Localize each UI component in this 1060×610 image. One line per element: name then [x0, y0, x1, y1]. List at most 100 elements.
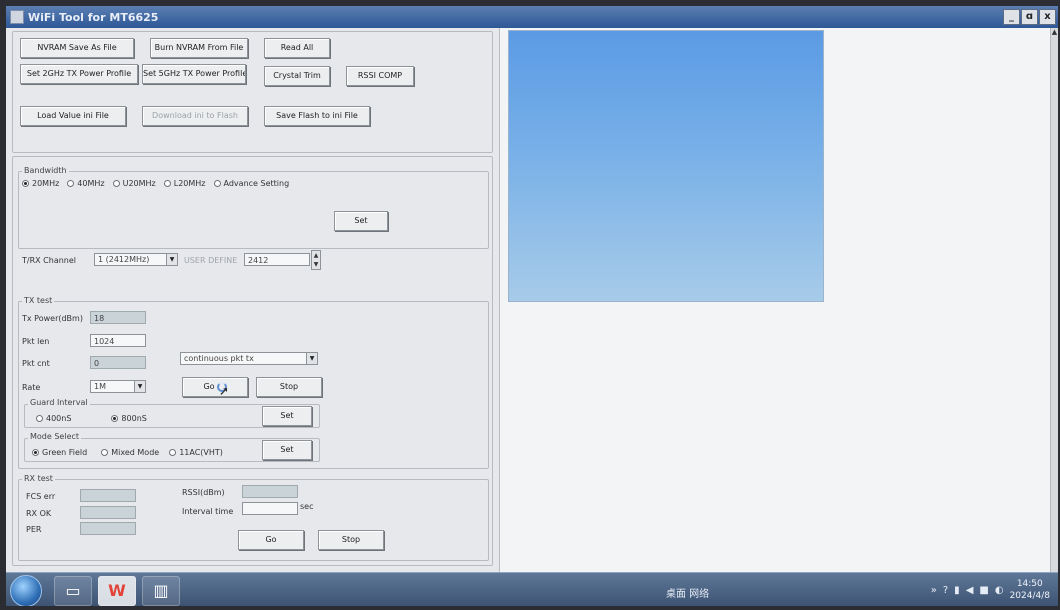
mode-option-mixed-mode[interactable]: Mixed Mode	[101, 448, 159, 457]
rssi-comp-button[interactable]: RSSI COMP	[346, 66, 414, 86]
preview-panel	[500, 28, 1052, 572]
tx-go-button[interactable]: Go	[182, 377, 248, 397]
show-hidden-icons-icon[interactable]: »	[931, 585, 937, 596]
bandwidth-option-l20mhz[interactable]: L20MHz	[163, 179, 206, 188]
bandwidth-option-u20mhz[interactable]: U20MHz	[112, 179, 156, 188]
radio-icon	[101, 449, 109, 456]
burn-nvram-button[interactable]: Burn NVRAM From File	[150, 38, 248, 58]
bandwidth-option-advance[interactable]: Advance Setting	[213, 179, 289, 188]
clock-date: 2024/4/8	[1009, 591, 1050, 601]
close-button[interactable]: x	[1039, 9, 1056, 25]
signal-preview-area	[508, 30, 824, 302]
mode-option-11ac[interactable]: 11AC(VHT)	[169, 448, 223, 457]
file-explorer-icon[interactable]: ▭	[54, 576, 92, 606]
save-flash-button[interactable]: Save Flash to ini File	[264, 106, 370, 126]
crystal-trim-button[interactable]: Crystal Trim	[264, 66, 330, 86]
bandwidth-set-button[interactable]: Set	[334, 211, 388, 231]
tx-stop-button[interactable]: Stop	[256, 377, 322, 397]
mode-select-set-button[interactable]: Set	[262, 440, 312, 460]
read-all-button[interactable]: Read All	[264, 38, 330, 58]
window-controls: _ ɑ x	[1003, 9, 1056, 25]
volume-icon[interactable]: ◀	[966, 585, 974, 596]
channel-select[interactable]: 1 (2412MHz) ▼	[94, 253, 178, 266]
pkt-cnt-label: Pkt cnt	[22, 359, 50, 368]
wifi-tool-taskbar-icon[interactable]: ▥	[142, 576, 180, 606]
per-label: PER	[26, 525, 42, 534]
tx-power-label: Tx Power(dBm)	[22, 314, 83, 323]
set-2ghz-tx-power-button[interactable]: Set 2GHz TX Power Profile	[20, 64, 138, 84]
user-define-label: USER DEFINE	[184, 256, 238, 265]
user-define-spinner[interactable]: ▲ ▼	[311, 250, 321, 270]
tx-power-input[interactable]: 18	[90, 311, 146, 324]
screen: WiFi Tool for MT6625 _ ɑ x NVRAM Save As…	[6, 6, 1058, 606]
chevron-down-icon: ▼	[166, 254, 177, 265]
load-ini-button[interactable]: Load Value ini File	[20, 106, 126, 126]
rx-test-title: RX test	[22, 474, 55, 483]
radio-icon	[169, 449, 177, 456]
tx-test-title: TX test	[22, 296, 55, 305]
rate-select[interactable]: 1M ▼	[90, 380, 146, 393]
rx-ok-value	[80, 506, 136, 519]
rssi-value	[242, 485, 298, 498]
interval-time-input[interactable]	[242, 502, 298, 515]
per-value	[80, 522, 136, 535]
pkt-cnt-input[interactable]: 0	[90, 356, 146, 369]
radio-checked-icon	[22, 180, 29, 187]
vertical-scrollbar[interactable]: ▲	[1050, 28, 1058, 572]
bandwidth-option-20mhz[interactable]: 20MHz	[22, 179, 59, 188]
client-area: NVRAM Save As File Burn NVRAM From File …	[6, 28, 1058, 572]
set-5ghz-tx-power-button[interactable]: Set 5GHz TX Power Profile	[142, 64, 246, 84]
rx-ok-label: RX OK	[26, 509, 52, 518]
radio-checked-icon	[111, 415, 119, 422]
user-define-input[interactable]: 2412	[244, 253, 310, 266]
network-icon[interactable]: ▮	[954, 585, 960, 596]
clock[interactable]: 14:50 2024/4/8	[1010, 578, 1050, 602]
title-bar: WiFi Tool for MT6625 _ ɑ x	[6, 6, 1058, 28]
fcs-err-label: FCS err	[26, 492, 56, 501]
maximize-button[interactable]: ɑ	[1021, 9, 1038, 25]
guard-option-400ns[interactable]: 400nS	[36, 414, 71, 423]
app-icon	[10, 10, 24, 24]
chevron-down-icon: ▼	[134, 381, 145, 392]
pkt-len-input[interactable]: 1024	[90, 334, 146, 347]
rate-label: Rate	[22, 383, 41, 392]
guard-interval-options: 400nS 800nS	[36, 414, 155, 423]
rx-stop-button[interactable]: Stop	[318, 530, 384, 550]
wps-office-icon[interactable]: W	[98, 576, 136, 606]
tx-mode-select[interactable]: continuous pkt tx ▼	[180, 352, 318, 365]
window-title: WiFi Tool for MT6625	[28, 10, 159, 24]
mode-select-options: Green Field Mixed Mode 11AC(VHT)	[32, 448, 231, 457]
action-center-icon[interactable]: ◐	[995, 585, 1004, 596]
control-panel: NVRAM Save As File Burn NVRAM From File …	[6, 28, 500, 572]
scroll-up-icon[interactable]: ▲	[1051, 28, 1058, 36]
help-icon[interactable]: ?	[943, 585, 948, 596]
mode-option-green-field[interactable]: Green Field	[32, 448, 87, 457]
bandwidth-title: Bandwidth	[22, 166, 69, 175]
pkt-len-label: Pkt len	[22, 337, 50, 346]
radio-checked-icon	[32, 449, 39, 456]
radio-icon	[112, 180, 120, 187]
minimize-button[interactable]: _	[1003, 9, 1020, 25]
guard-option-800ns[interactable]: 800nS	[111, 414, 147, 423]
tray-text: 桌面 网络	[666, 589, 710, 600]
mouse-cursor-icon: ➚	[219, 384, 230, 398]
guard-interval-set-button[interactable]: Set	[262, 406, 312, 426]
bandwidth-option-40mhz[interactable]: 40MHz	[67, 179, 105, 188]
download-ini-button[interactable]: Download ini to Flash	[142, 106, 248, 126]
rssi-label: RSSI(dBm)	[182, 488, 225, 497]
start-button[interactable]	[10, 575, 42, 606]
guard-interval-title: Guard Interval	[28, 398, 90, 407]
radio-icon	[36, 415, 43, 422]
input-method-icon[interactable]: ■	[979, 585, 988, 596]
radio-icon	[163, 180, 171, 187]
nvram-save-button[interactable]: NVRAM Save As File	[20, 38, 134, 58]
interval-time-label: Interval time	[182, 507, 234, 516]
radio-icon	[213, 180, 221, 187]
taskbar: ▭ W ▥ 桌面 网络 » ? ▮ ◀ ■ ◐ 14:50 2024/4/8	[6, 572, 1058, 606]
chevron-down-icon: ▼	[306, 353, 317, 364]
bandwidth-options: 20MHz 40MHz U20MHz L20MHz Advance Settin…	[22, 179, 297, 188]
interval-unit-label: sec	[300, 502, 314, 511]
rx-go-button[interactable]: Go	[238, 530, 304, 550]
radio-icon	[67, 180, 75, 187]
mode-select-title: Mode Select	[28, 432, 82, 441]
